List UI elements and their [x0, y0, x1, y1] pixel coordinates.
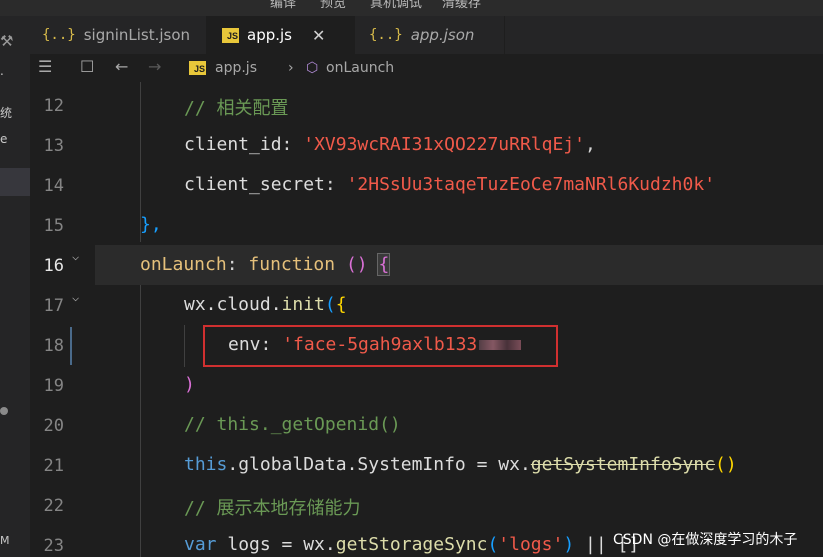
sidebar-text: e [0, 132, 8, 146]
sidebar-text: M [0, 534, 10, 547]
code-text: .globalData.SystemInfo = wx. [227, 454, 531, 475]
js-file-icon: JS [189, 61, 206, 75]
menu-clear-cache[interactable]: 清缓存 [442, 0, 481, 11]
code-keyword: this [184, 454, 228, 475]
forward-arrow-icon[interactable]: → [148, 57, 161, 76]
line-number: 19 [43, 376, 64, 396]
line-number: 22 [43, 496, 64, 516]
line-number: 12 [43, 96, 64, 116]
code-punct: }, [140, 214, 162, 235]
code-keyword: function [248, 254, 336, 275]
code-string: '2HSsUu3taqeTuzEoCe7maNRl6Kudzh0k' [346, 174, 716, 195]
sidebar-text: 统 [0, 106, 13, 120]
menu-remote-debug[interactable]: 真机调试 [370, 0, 422, 11]
code-comment: // 展示本地存储能力 [184, 498, 361, 519]
watermark: CSDN @在做深度学习的木子 [613, 532, 798, 548]
code-string: 'XV93wcRAI31xQO227uRRlqEj' [303, 134, 585, 155]
json-braces-icon: {..} [42, 27, 76, 43]
list-icon[interactable]: ☰ [38, 57, 52, 76]
line-number: 21 [43, 456, 64, 476]
chevron-down-icon[interactable]: ⌵ [72, 290, 79, 304]
json-braces-icon: {..} [369, 27, 403, 43]
bookmark-icon[interactable]: ☐ [80, 57, 94, 76]
js-file-icon: JS [222, 27, 239, 43]
tab-app-json[interactable]: {..} app.json [355, 16, 505, 54]
tab-label: signinList.json [83, 26, 191, 44]
chevron-down-icon[interactable]: ⌵ [72, 249, 79, 263]
tab-label: app.js [247, 26, 292, 44]
code-punct: ) [184, 374, 195, 395]
breadcrumb-file[interactable]: app.js [215, 60, 257, 76]
breadcrumb-separator: › [288, 60, 294, 76]
menu-compile[interactable]: 编译 [270, 0, 296, 11]
code-comment: // 相关配置 [184, 98, 289, 119]
indent-guide [184, 325, 185, 367]
tab-signinlist-json[interactable]: {..} signinList.json [30, 16, 206, 54]
code-text: logs = wx. [216, 534, 336, 555]
highlight-annotation-box [203, 325, 558, 367]
editor-tab-bar: {..} signinList.json JS app.js ✕ {..} ap… [30, 16, 823, 55]
line-number: 23 [43, 536, 64, 556]
close-icon[interactable]: ✕ [312, 26, 325, 45]
breadcrumb-bar: ☰ ☐ ← → JS app.js › ⬡ onLaunch [30, 54, 823, 82]
line-number: 13 [43, 136, 64, 156]
code-key: client_secret [184, 174, 325, 195]
activity-bar: ⚒ . 统 e M [0, 16, 30, 557]
code-function-deprecated: getSystemInfoSync [530, 454, 716, 475]
code-key: client_id [184, 134, 282, 155]
line-number: 14 [43, 176, 64, 196]
sidebar-selected-item[interactable] [0, 168, 30, 196]
line-number: 17 [43, 296, 64, 316]
menu-preview[interactable]: 预览 [320, 0, 346, 11]
code-keyword: var [184, 534, 217, 555]
dot-icon: . [0, 64, 4, 78]
line-number: 20 [43, 416, 64, 436]
status-dot-icon [0, 407, 8, 415]
breadcrumb-symbol[interactable]: onLaunch [304, 60, 394, 76]
line-number: 18 [43, 336, 64, 356]
indent-guide [140, 285, 141, 557]
code-function: init [281, 294, 325, 315]
top-menubar: 编译 预览 真机调试 清缓存 [0, 0, 823, 16]
code-object: wx.cloud. [184, 294, 282, 315]
tab-label: app.json [410, 26, 475, 44]
wrench-icon[interactable]: ⚒ [0, 32, 13, 50]
back-arrow-icon[interactable]: ← [115, 57, 128, 76]
code-string: 'logs' [498, 534, 564, 555]
line-number-current: 16 [43, 256, 64, 276]
line-number: 15 [43, 216, 64, 236]
modified-line-marker [70, 327, 72, 365]
tab-app-js[interactable]: JS app.js ✕ [206, 16, 355, 54]
code-method-name: onLaunch [140, 254, 227, 275]
code-function: getStorageSync [335, 534, 488, 555]
code-comment: // this._getOpenid() [184, 414, 401, 435]
